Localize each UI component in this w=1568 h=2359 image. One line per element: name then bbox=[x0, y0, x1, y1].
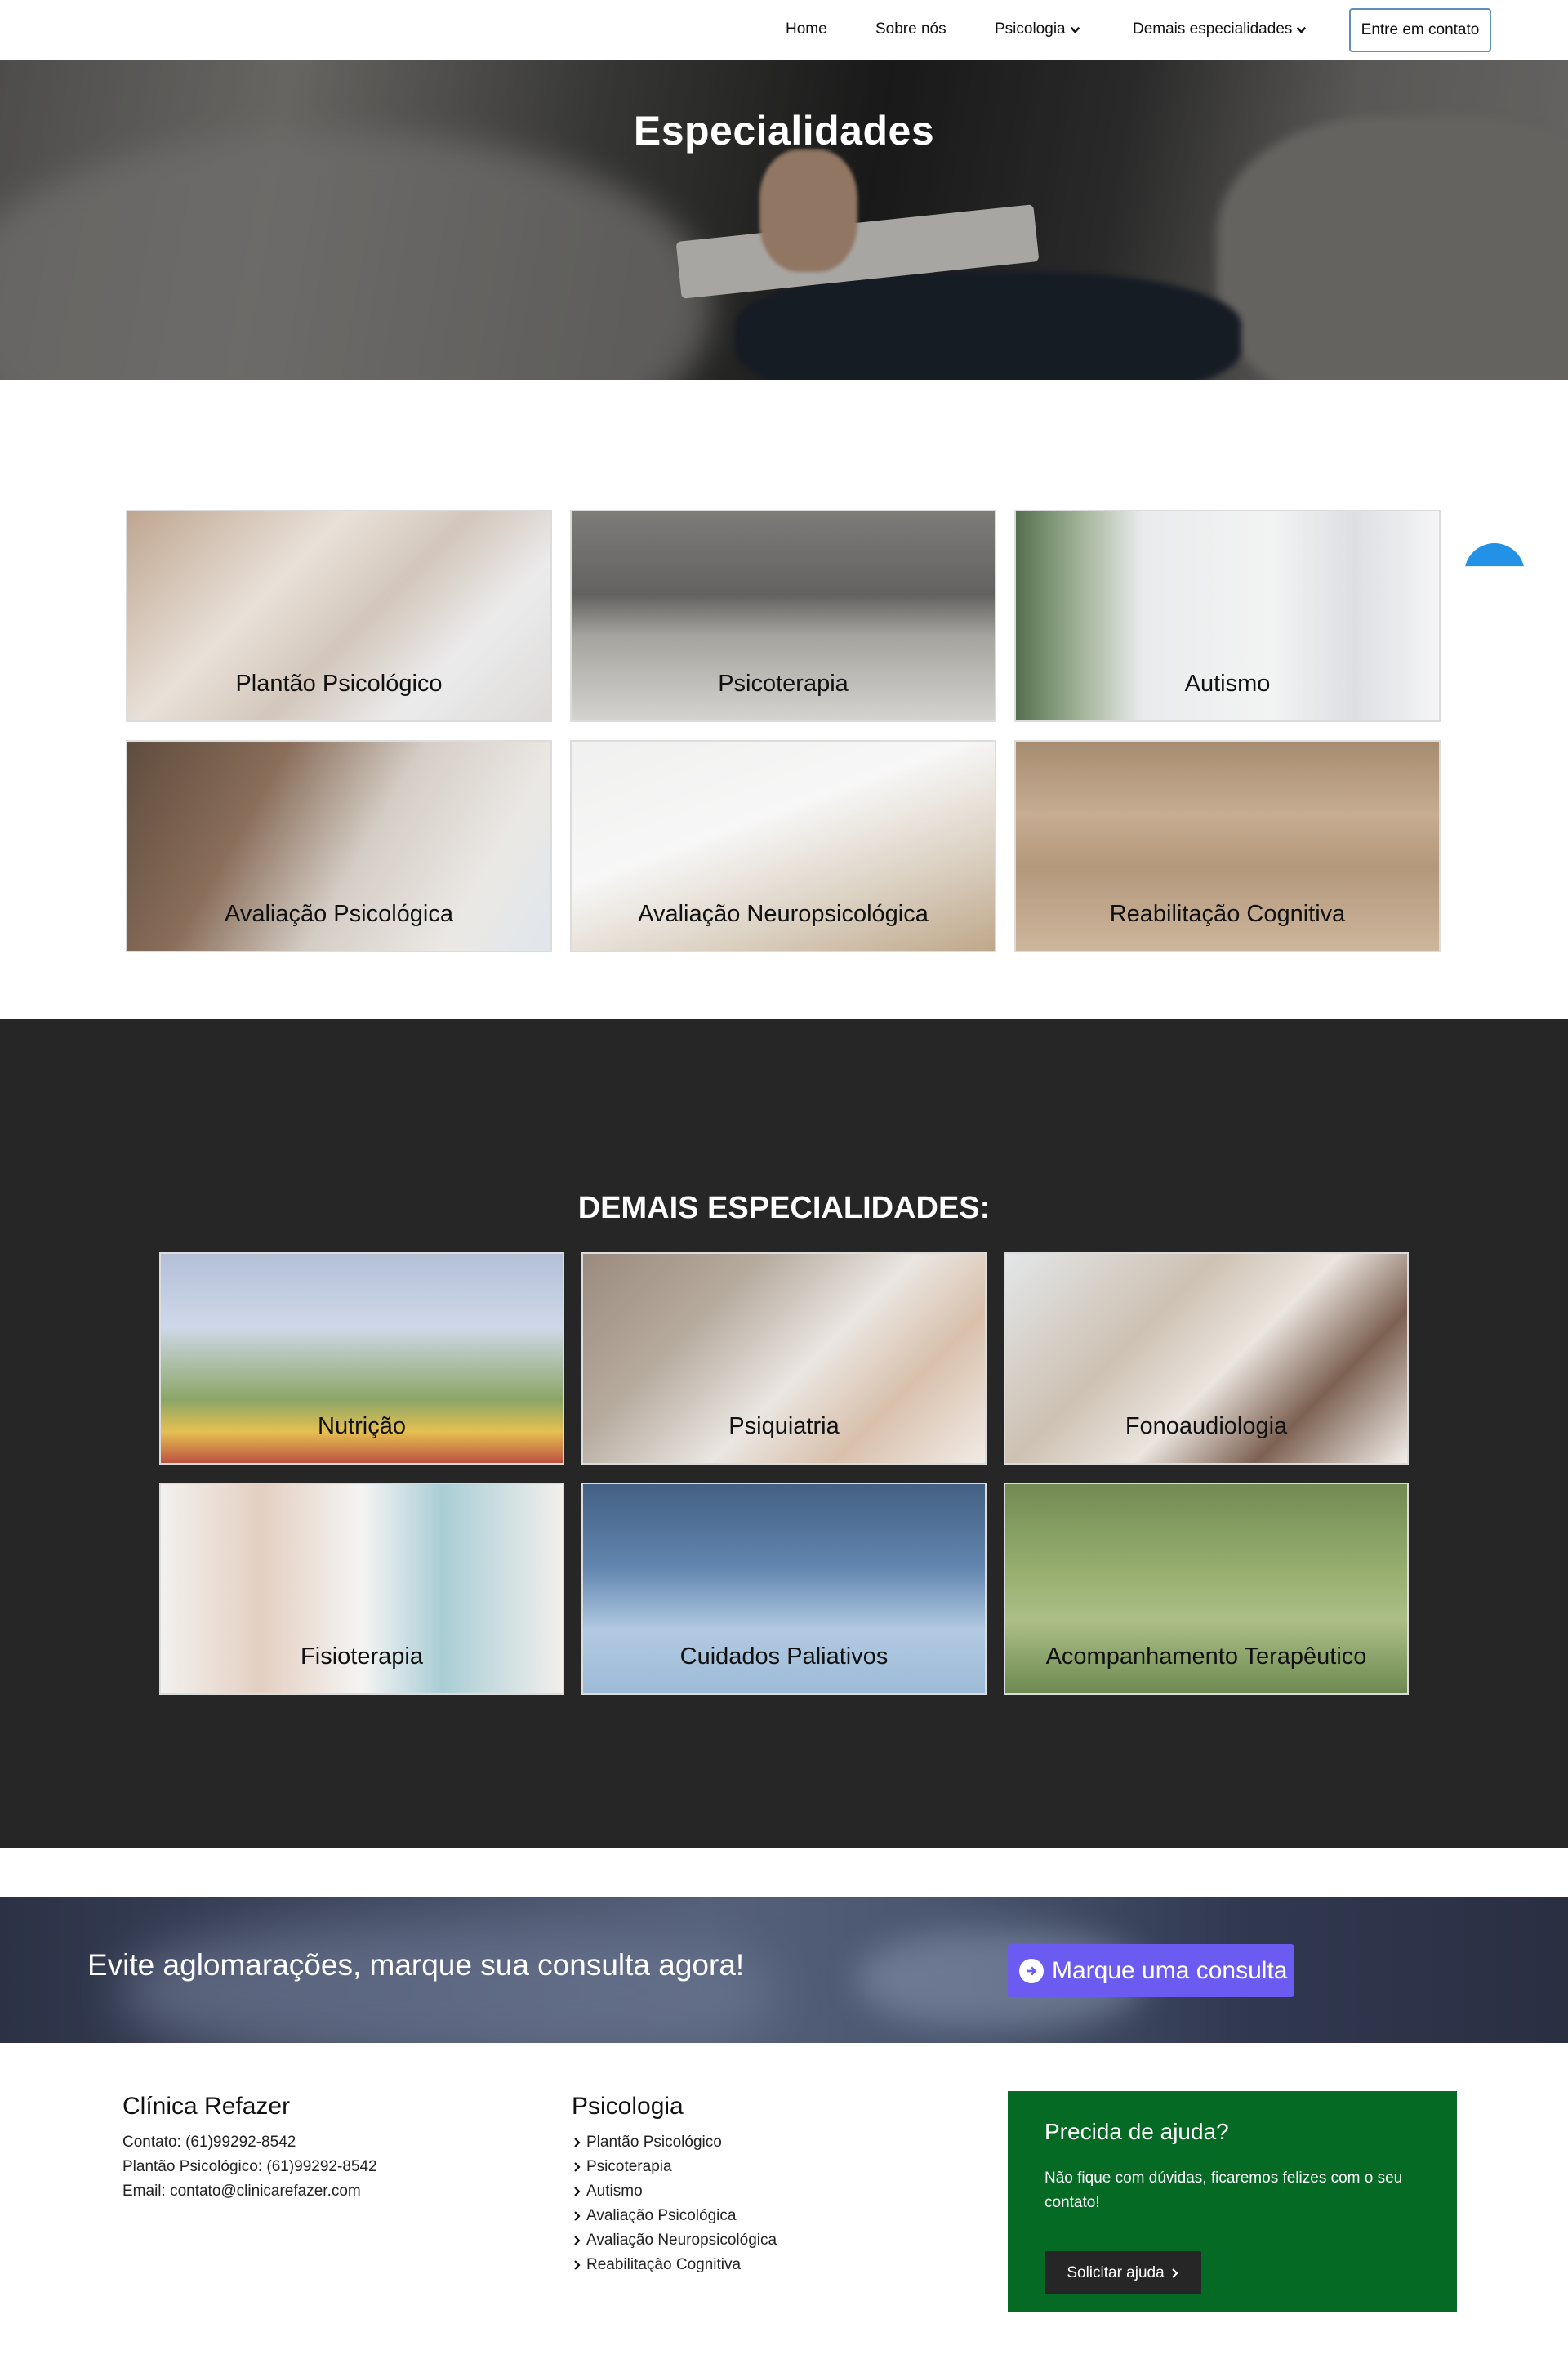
footer-link-label: Avaliação Neuropsicológica bbox=[586, 2232, 777, 2249]
specialty-card-plantao[interactable]: Plantão Psicológico bbox=[126, 510, 552, 722]
footer-link-label: Plantão Psicológico bbox=[586, 2134, 722, 2151]
nav-demais-dropdown[interactable]: Demais especialidades bbox=[1133, 20, 1307, 38]
nav-home[interactable]: Home bbox=[786, 20, 827, 38]
footer-link-autismo[interactable]: Autismo bbox=[572, 2183, 643, 2201]
specialty-card-avaliacao-psicologica[interactable]: Avaliação Psicológica bbox=[126, 740, 552, 952]
book-appointment-button[interactable]: Marque uma consulta bbox=[1008, 1944, 1294, 1997]
nav-about[interactable]: Sobre nós bbox=[875, 20, 947, 38]
footer-link-label: Reabilitação Cognitiva bbox=[586, 2256, 742, 2273]
chevron-right-icon bbox=[574, 2236, 581, 2245]
specialty-label: Autismo bbox=[1184, 671, 1271, 697]
chevron-right-icon bbox=[574, 2260, 581, 2270]
help-title: Precida de ajuda? bbox=[1045, 2119, 1229, 2144]
specialty-label: Plantão Psicológico bbox=[235, 671, 443, 697]
specialty-label: Psicoterapia bbox=[718, 671, 849, 697]
nav-about-label: Sobre nós bbox=[875, 20, 947, 38]
footer-link-label: Autismo bbox=[586, 2183, 643, 2200]
footer-link-avaliacao-neuropsicologica[interactable]: Avaliação Neuropsicológica bbox=[572, 2232, 777, 2250]
other-card-fonoaudiologia[interactable]: Fonoaudiologia bbox=[1004, 1252, 1409, 1465]
other-card-fisioterapia[interactable]: Fisioterapia bbox=[159, 1483, 564, 1695]
specialty-label: Psiquiatria bbox=[728, 1413, 840, 1439]
contact-button[interactable]: Entre em contato bbox=[1349, 8, 1491, 52]
chevron-right-icon bbox=[574, 2211, 581, 2221]
other-card-nutricao[interactable]: Nutrição bbox=[159, 1252, 564, 1465]
specialty-label: Fisioterapia bbox=[301, 1643, 423, 1670]
other-card-cuidados-paliativos[interactable]: Cuidados Paliativos bbox=[581, 1483, 987, 1695]
footer-psicologia-title: Psicologia bbox=[572, 2093, 684, 2120]
specialty-card-psicoterapia[interactable]: Psicoterapia bbox=[570, 510, 996, 722]
specialty-label: Reabilitação Cognitiva bbox=[1109, 901, 1346, 927]
page-title: Especialidades bbox=[633, 108, 935, 154]
specialty-label: Nutrição bbox=[318, 1413, 406, 1439]
specialty-card-avaliacao-neuropsicologica[interactable]: Avaliação Neuropsicológica bbox=[570, 740, 996, 952]
footer-link-reabilitacao[interactable]: Reabilitação Cognitiva bbox=[572, 2256, 741, 2274]
cta-text: Evite aglomarações, marque sua consulta … bbox=[87, 1948, 745, 1982]
specialty-label: Fonoaudiologia bbox=[1125, 1413, 1288, 1439]
footer-email-line: Email: contato@clinicarefazer.com bbox=[122, 2183, 361, 2200]
chevron-down-icon bbox=[1070, 26, 1080, 33]
chevron-down-icon bbox=[1297, 26, 1307, 33]
footer-link-avaliacao-psicologica[interactable]: Avaliação Psicológica bbox=[572, 2207, 736, 2225]
specialty-label: Avaliação Psicológica bbox=[225, 901, 453, 927]
request-help-button[interactable]: Solicitar ajuda bbox=[1045, 2251, 1201, 2294]
chevron-right-icon bbox=[574, 2138, 581, 2147]
floating-action-button[interactable] bbox=[1464, 543, 1525, 567]
footer-link-plantao[interactable]: Plantão Psicológico bbox=[572, 2134, 722, 2152]
nav-psicologia-label: Psicologia bbox=[995, 20, 1066, 38]
other-card-psiquiatria[interactable]: Psiquiatria bbox=[581, 1252, 987, 1465]
footer-link-label: Avaliação Psicológica bbox=[586, 2207, 737, 2224]
specialty-card-reabilitacao[interactable]: Reabilitação Cognitiva bbox=[1014, 740, 1441, 952]
navbar: Home Sobre nós Psicologia Demais especia… bbox=[0, 0, 1568, 60]
footer-link-psicoterapia[interactable]: Psicoterapia bbox=[572, 2158, 672, 2176]
nav-psicologia-dropdown[interactable]: Psicologia bbox=[995, 20, 1081, 38]
specialty-label: Avaliação Neuropsicológica bbox=[638, 901, 929, 927]
chevron-right-icon bbox=[574, 2162, 581, 2172]
help-text: Não fique com dúvidas, ficaremos felizes… bbox=[1045, 2169, 1403, 2211]
specialty-card-autismo[interactable]: Autismo bbox=[1014, 510, 1441, 722]
nav-demais-label: Demais especialidades bbox=[1133, 20, 1293, 38]
hero-banner: Especialidades bbox=[0, 60, 1568, 380]
request-help-label: Solicitar ajuda bbox=[1067, 2263, 1165, 2281]
footer-link-label: Psicoterapia bbox=[586, 2158, 672, 2175]
arrow-right-circle-icon bbox=[1019, 1958, 1044, 1983]
footer-contact-line: Contato: (61)99292-8542 bbox=[122, 2134, 296, 2151]
other-specialties-title: DEMAIS ESPECIALIDADES: bbox=[577, 1191, 991, 1225]
nav-home-label: Home bbox=[786, 20, 827, 38]
footer-plantao-line: Plantão Psicológico: (61)99292-8542 bbox=[122, 2158, 377, 2175]
chevron-right-icon bbox=[574, 2187, 581, 2196]
specialty-label: Cuidados Paliativos bbox=[679, 1643, 889, 1670]
footer-clinic-title: Clínica Refazer bbox=[122, 2093, 291, 2120]
specialty-label: Acompanhamento Terapêutico bbox=[1045, 1643, 1367, 1670]
book-appointment-label: Marque uma consulta bbox=[1052, 1956, 1288, 1984]
chevron-right-icon bbox=[1171, 2268, 1178, 2278]
other-card-acompanhamento[interactable]: Acompanhamento Terapêutico bbox=[1004, 1483, 1409, 1695]
